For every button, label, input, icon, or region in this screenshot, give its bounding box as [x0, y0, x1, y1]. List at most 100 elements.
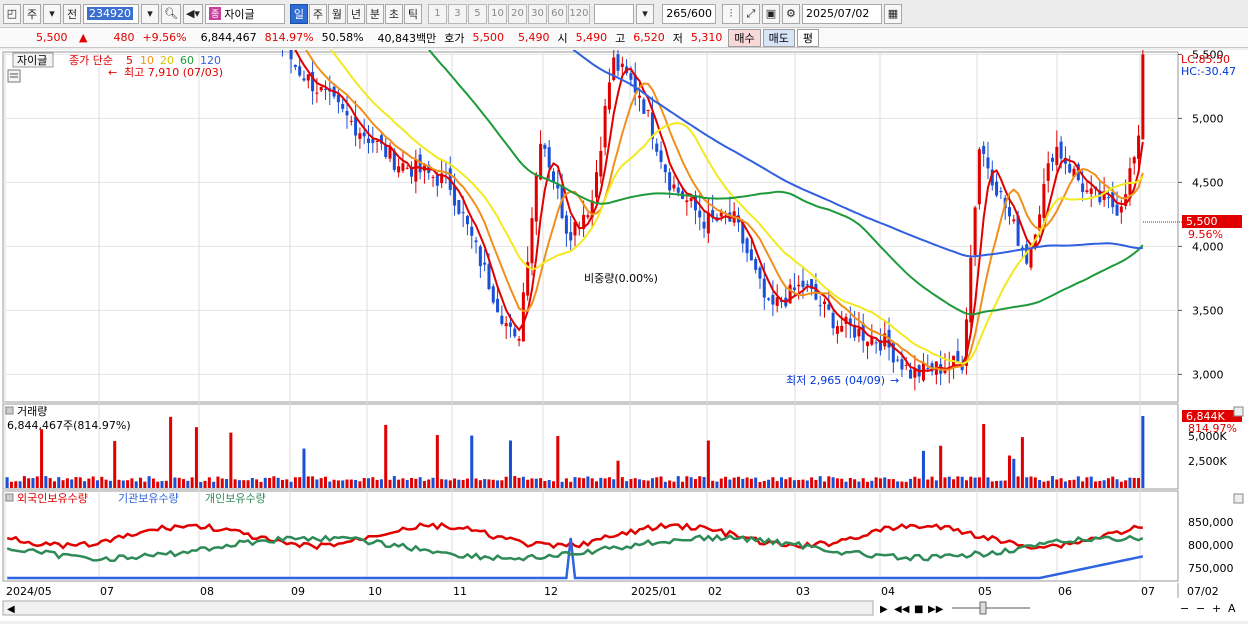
draw-tool-icon[interactable]: ⤢	[741, 3, 760, 24]
font-size-icon[interactable]: A	[1228, 602, 1236, 615]
volume-bar	[866, 481, 870, 488]
panel-menu-icon[interactable]	[7, 69, 21, 83]
stock-name-field[interactable]: 종 자이글	[204, 3, 285, 24]
volume-panel-frame	[2, 403, 1179, 490]
forward-icon[interactable]: ▶▶	[928, 604, 944, 615]
volume-bar	[134, 481, 138, 488]
x-tick-label: 03	[796, 585, 810, 598]
volume-bar	[823, 481, 827, 488]
volume-bar	[263, 477, 267, 488]
volume-bar	[83, 481, 87, 488]
stock-name: 자이글	[224, 7, 255, 21]
period-minute[interactable]: 분	[365, 3, 384, 24]
volume-panel-icon[interactable]	[5, 406, 14, 415]
candle-body	[749, 249, 753, 261]
calendar-icon[interactable]: ▦	[883, 3, 902, 24]
zoom-slider-thumb[interactable]	[979, 601, 987, 615]
volume-value-label: 6,844,467주(814.97%)	[7, 419, 131, 432]
stop-icon[interactable]: ■	[914, 604, 923, 615]
volume-bar	[332, 479, 336, 488]
period-second[interactable]: 초	[384, 3, 403, 24]
minute-10[interactable]: 10	[487, 3, 507, 24]
minute-30[interactable]: 30	[527, 3, 547, 24]
volume-bar	[569, 481, 573, 488]
count-total: /600	[687, 7, 712, 20]
volume-bar	[934, 480, 938, 488]
minute-5[interactable]: 5	[467, 3, 487, 24]
candle-body	[1068, 163, 1072, 173]
volume-bar	[728, 479, 732, 488]
volume-bar	[250, 477, 254, 488]
zoom-minus-icon[interactable]: −	[1196, 602, 1205, 615]
interval-dropdown-icon[interactable]: ▾	[635, 3, 654, 24]
stock-chart-svg[interactable]: 7,5007,0006,5006,0005,5005,0004,5004,000…	[0, 0, 1248, 621]
minute-120[interactable]: 120	[567, 3, 590, 24]
candle-body	[1042, 183, 1046, 218]
date-input[interactable]: 2025/07/02	[801, 3, 882, 24]
scroll-right-icon[interactable]: ▶	[880, 604, 888, 615]
market-select[interactable]: 주	[23, 3, 41, 24]
period-tick[interactable]: 틱	[403, 3, 422, 24]
period-month[interactable]: 월	[327, 3, 346, 24]
period-year[interactable]: 년	[346, 3, 365, 24]
volume-bar	[517, 477, 521, 488]
interval-input[interactable]	[593, 3, 634, 24]
volume-bar	[186, 480, 190, 488]
sell-button[interactable]: 매도	[762, 28, 795, 47]
code-value: 234920	[87, 7, 133, 20]
count-input[interactable]: 265/600	[661, 3, 716, 24]
candle-body	[474, 240, 478, 243]
volume-bar	[461, 479, 465, 488]
volume-bar	[805, 480, 809, 488]
code-dropdown-icon[interactable]: ▾	[141, 3, 159, 24]
search-icon[interactable]: 🔍︎	[161, 3, 181, 24]
speaker-icon[interactable]: ◀▾	[182, 3, 203, 24]
rewind-icon[interactable]: ◀◀	[894, 604, 910, 615]
volume-bar	[293, 477, 297, 488]
eval-button[interactable]: 평	[796, 28, 820, 47]
candle-body	[349, 120, 353, 122]
candle-type-icon[interactable]: ⫶	[721, 3, 740, 24]
volume-bar	[702, 477, 706, 488]
holding-close-icon[interactable]	[1233, 493, 1244, 504]
code-input[interactable]: 234920	[83, 3, 139, 24]
candle-body	[431, 176, 435, 178]
volume-bar	[672, 481, 676, 488]
volume-close-icon[interactable]	[1233, 406, 1244, 417]
volume-bar	[470, 435, 474, 488]
volume-bar	[427, 479, 431, 488]
window-icon[interactable]: ◰	[3, 3, 21, 24]
save-icon[interactable]: ▣	[761, 3, 780, 24]
minute-3[interactable]: 3	[447, 3, 467, 24]
minute-20[interactable]: 20	[507, 3, 527, 24]
volume-bar	[749, 478, 753, 488]
max-arrow-icon: ←	[108, 66, 117, 79]
horizontal-scrollbar[interactable]	[2, 600, 874, 616]
gear-icon[interactable]: ⚙	[781, 3, 800, 24]
volume-bar	[547, 480, 551, 488]
market-dropdown-icon[interactable]: ▾	[43, 3, 61, 24]
candle-body	[397, 166, 401, 173]
candle-body	[504, 323, 508, 327]
period-week[interactable]: 주	[308, 3, 327, 24]
zoom-plus-icon[interactable]: +	[1212, 602, 1221, 615]
volume-bar	[431, 477, 435, 488]
minute-60[interactable]: 60	[547, 3, 567, 24]
scroll-left-icon[interactable]: ◀	[7, 604, 15, 615]
candle-body	[1137, 135, 1141, 159]
candle-body	[767, 298, 771, 300]
buy-button[interactable]: 매수	[728, 28, 761, 47]
volume-bar	[663, 481, 667, 488]
holding-tick-0: 850,000	[1188, 516, 1234, 529]
period-day[interactable]: 일	[289, 3, 308, 24]
volume-bar	[870, 480, 874, 488]
zoom-out-icon[interactable]: −	[1180, 602, 1189, 615]
x-tick-label: 11	[453, 585, 467, 598]
holding-panel-icon[interactable]	[5, 493, 14, 502]
volume-bar	[590, 478, 594, 488]
candle-body	[866, 341, 870, 347]
candle-body	[797, 284, 801, 287]
minute-1[interactable]: 1	[427, 3, 447, 24]
volume-bar	[212, 481, 216, 488]
type-select[interactable]: 전	[63, 3, 81, 24]
